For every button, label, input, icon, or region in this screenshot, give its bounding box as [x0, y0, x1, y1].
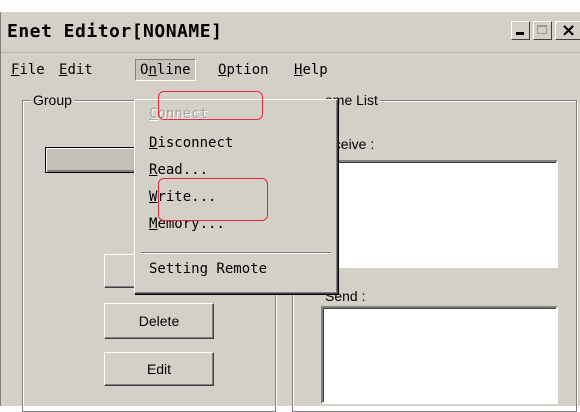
- online-dropdown-menu: Connect Disconnect Read... Write... Memo…: [134, 99, 338, 294]
- group-label: Group: [31, 92, 74, 108]
- window-title: Enet Editor[NONAME]: [7, 21, 223, 42]
- menu-item-disconnect[interactable]: Disconnect: [149, 134, 233, 152]
- menu-edit[interactable]: Edit: [55, 59, 97, 81]
- enet-editor-window: Enet Editor[NONAME] × File Edit Online O…: [0, 12, 580, 412]
- menu-item-connect[interactable]: Connect: [149, 105, 208, 123]
- menu-item-write[interactable]: Write...: [149, 188, 216, 206]
- group-selected-button[interactable]: [45, 147, 139, 173]
- menu-item-memory[interactable]: Memory...: [149, 215, 225, 233]
- menu-item-read[interactable]: Read...: [149, 161, 208, 179]
- menu-file[interactable]: File: [7, 59, 49, 81]
- menu-online[interactable]: Online: [135, 59, 196, 81]
- menu-option[interactable]: Option: [214, 59, 273, 81]
- title-bar: Enet Editor[NONAME] ×: [1, 12, 580, 53]
- edit-button[interactable]: Edit: [104, 352, 214, 386]
- menu-separator: [141, 252, 331, 254]
- close-icon: ×: [561, 20, 577, 41]
- menu-item-setting-remote[interactable]: Setting Remote: [149, 260, 267, 278]
- minimize-button[interactable]: [511, 21, 530, 40]
- maximize-button[interactable]: [533, 21, 552, 40]
- send-listbox[interactable]: [321, 306, 558, 404]
- receive-listbox[interactable]: [321, 160, 558, 268]
- delete-button[interactable]: Delete: [104, 303, 214, 339]
- close-button[interactable]: ×: [555, 20, 580, 41]
- menu-bar: File Edit Online Option Help: [1, 56, 580, 82]
- menu-help[interactable]: Help: [290, 59, 332, 81]
